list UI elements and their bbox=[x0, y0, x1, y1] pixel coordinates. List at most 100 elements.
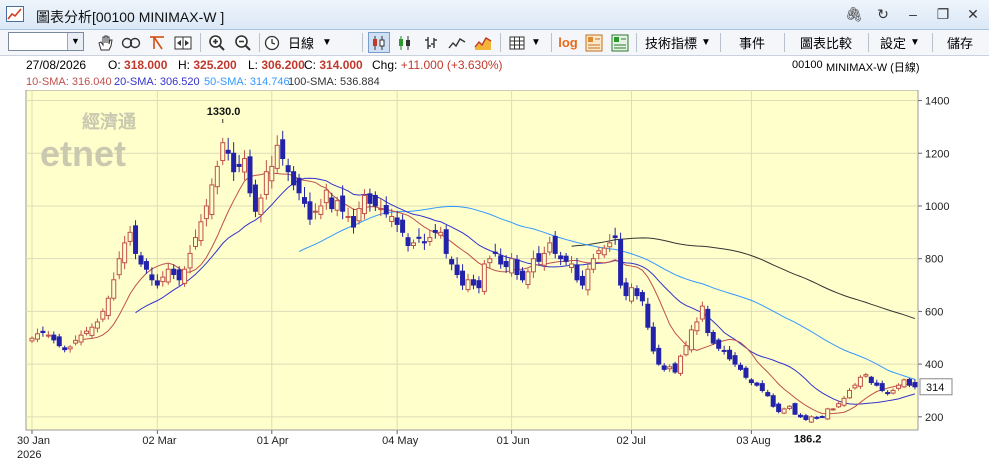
candle-body bbox=[590, 258, 596, 270]
candle-body bbox=[743, 367, 749, 378]
change-value: +11.000 (+3.630%) bbox=[400, 58, 503, 72]
candle-body bbox=[378, 208, 384, 211]
candle-body bbox=[487, 258, 493, 264]
candle-body bbox=[890, 389, 896, 394]
candle-body bbox=[138, 255, 144, 265]
line-chart-icon[interactable] bbox=[446, 32, 468, 53]
log-scale-button[interactable]: log bbox=[556, 32, 580, 53]
save-button[interactable]: 儲存 bbox=[936, 32, 984, 53]
candle-body bbox=[133, 225, 139, 254]
candle-body bbox=[836, 403, 842, 408]
y-tick-label: 200 bbox=[925, 412, 943, 424]
grid-dropdown[interactable]: ▼ bbox=[505, 32, 545, 53]
candle-body bbox=[896, 384, 902, 389]
x-tick-label: 03 Aug bbox=[736, 435, 770, 447]
pin-icon[interactable]: 🖇 bbox=[845, 6, 863, 23]
candle-body bbox=[716, 339, 722, 349]
candle-body bbox=[667, 366, 673, 370]
candle-body bbox=[520, 270, 525, 281]
open-value: 318.000 bbox=[124, 58, 168, 72]
split-view-icon[interactable] bbox=[172, 32, 194, 53]
x-tick-label: 01 Apr bbox=[257, 435, 289, 447]
y-tick-label: 1000 bbox=[925, 201, 949, 213]
grid-icon bbox=[509, 36, 525, 49]
zoom-out-icon[interactable] bbox=[232, 32, 254, 53]
candle-body bbox=[656, 347, 662, 365]
candle-body bbox=[127, 231, 133, 242]
ohlc-bar-icon[interactable] bbox=[420, 32, 442, 53]
candle-body bbox=[432, 229, 438, 233]
minimize-icon[interactable]: – bbox=[905, 6, 921, 23]
refresh-icon[interactable]: ↻ bbox=[875, 6, 891, 23]
zoom-in-icon[interactable] bbox=[206, 32, 228, 53]
candle-body bbox=[509, 258, 515, 274]
candle-body bbox=[84, 330, 89, 334]
candle-body bbox=[634, 288, 640, 297]
candle-body bbox=[312, 210, 318, 213]
area-chart-icon[interactable] bbox=[472, 32, 494, 53]
candle-body bbox=[116, 258, 122, 276]
candle-body bbox=[443, 229, 449, 254]
candle-body bbox=[400, 219, 406, 233]
last-price-label: 314 bbox=[926, 382, 944, 394]
price-chart-svg[interactable]: 經濟通 etnet 1330.0 186.2 314 200 400 600 800 100… bbox=[0, 89, 989, 463]
x-tick-label: 01 Jun bbox=[497, 435, 530, 447]
candle-body bbox=[78, 334, 84, 343]
restore-icon[interactable]: ❐ bbox=[935, 6, 951, 23]
candle-body bbox=[454, 264, 460, 275]
chevron-down-icon: ▼ bbox=[531, 37, 541, 48]
candle-body bbox=[841, 397, 847, 406]
chevron-down-icon: ▼ bbox=[701, 37, 711, 48]
candle-body bbox=[51, 334, 57, 341]
candle-body bbox=[596, 250, 602, 254]
x-tick-label: 04 May bbox=[382, 435, 419, 447]
candle-body bbox=[318, 205, 324, 215]
candle-body bbox=[727, 349, 733, 360]
candle-body bbox=[160, 276, 166, 283]
settings-dropdown[interactable]: 設定 ▼ bbox=[872, 32, 928, 53]
candle-body bbox=[612, 235, 618, 239]
candle-body bbox=[252, 184, 258, 212]
candlestick-chart-icon[interactable] bbox=[368, 32, 390, 53]
compare-button[interactable]: 圖表比較 bbox=[788, 32, 864, 53]
candle-body bbox=[618, 239, 624, 286]
close-icon[interactable]: ✕ bbox=[965, 6, 981, 23]
period-dropdown[interactable]: 日線 ▼ bbox=[264, 32, 334, 53]
hollow-candle-icon[interactable] bbox=[394, 32, 416, 53]
candle-body bbox=[56, 336, 62, 347]
candle-body bbox=[694, 321, 700, 332]
candle-body bbox=[143, 261, 149, 270]
pan-hand-icon[interactable] bbox=[94, 32, 116, 53]
chevron-down-icon[interactable]: ▼ bbox=[67, 33, 83, 50]
candle-body bbox=[552, 235, 558, 254]
candle-body bbox=[465, 279, 471, 291]
events-button[interactable]: 事件 bbox=[724, 32, 780, 53]
price-chart[interactable]: 經濟通 etnet 1330.0 186.2 314 200 400 600 800 100… bbox=[0, 89, 989, 463]
candle-body bbox=[857, 376, 863, 387]
candle-body bbox=[149, 274, 155, 281]
candle-body bbox=[361, 194, 367, 215]
candle-body bbox=[100, 310, 106, 320]
candle-body bbox=[672, 363, 678, 373]
candle-body bbox=[274, 144, 280, 169]
candle-body bbox=[863, 374, 869, 377]
candle-body bbox=[830, 408, 836, 411]
candle-body bbox=[639, 292, 645, 302]
candle-body bbox=[247, 156, 253, 194]
zoom-fit-icon[interactable] bbox=[120, 32, 142, 53]
draw-line-icon[interactable] bbox=[146, 32, 168, 53]
indicators-dropdown[interactable]: 技術指標 ▼ bbox=[640, 32, 716, 53]
candle-body bbox=[814, 416, 820, 419]
sma-legend: 10-SMA: 316.040 20-SMA: 306.520 50-SMA: … bbox=[0, 75, 989, 90]
watermark-en: etnet bbox=[40, 133, 126, 174]
candle-body bbox=[563, 255, 569, 262]
data-table-icon[interactable] bbox=[609, 32, 631, 53]
indicator-panel-icon[interactable] bbox=[583, 32, 605, 53]
symbol-combo[interactable]: ▼ bbox=[8, 32, 84, 51]
candle-body bbox=[481, 263, 487, 292]
candle-body bbox=[280, 139, 286, 160]
window-titlebar: 圖表分析[00100 MINIMAX-W ] 🖇 ↻ – ❐ ✕ bbox=[0, 0, 989, 30]
quote-date: 27/08/2026 bbox=[26, 58, 87, 72]
candle-body bbox=[67, 346, 73, 350]
candle-body bbox=[394, 217, 400, 225]
